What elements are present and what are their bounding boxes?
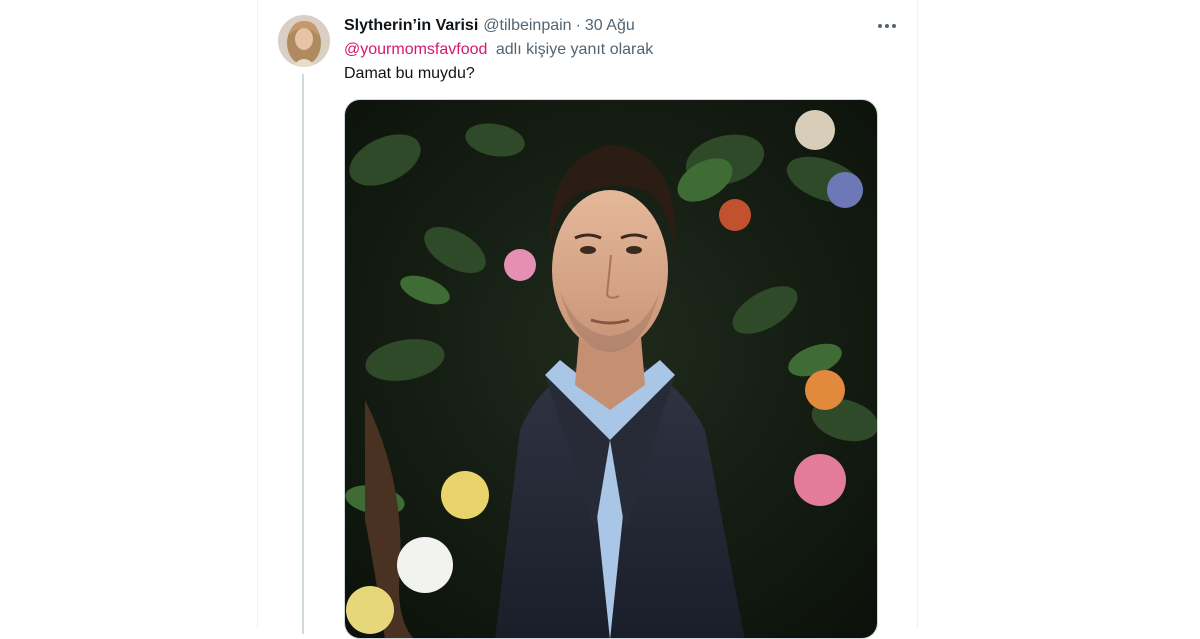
author-display-name[interactable]: Slytherin’in Varisi bbox=[344, 17, 478, 35]
thread-line bbox=[302, 74, 304, 634]
profile-photo-icon bbox=[278, 15, 330, 67]
portrait-photo-icon bbox=[345, 100, 877, 638]
more-icon bbox=[878, 24, 882, 28]
tweet-date[interactable]: 30 Ağu bbox=[585, 17, 635, 35]
tweet-header: Slytherin’in Varisi @tilbeinpain · 30 Ağ… bbox=[344, 15, 904, 37]
tweet-card[interactable]: Slytherin’in Varisi @tilbeinpain · 30 Ağ… bbox=[257, 0, 918, 639]
separator-dot: · bbox=[575, 17, 581, 34]
more-icon-dot bbox=[885, 24, 889, 28]
more-options-button[interactable] bbox=[873, 12, 901, 40]
reply-context: @yourmomsfavfood adlı kişiye yanıt olara… bbox=[344, 41, 653, 59]
reply-mention-link[interactable]: @yourmomsfavfood bbox=[344, 41, 487, 58]
author-handle[interactable]: @tilbeinpain bbox=[483, 17, 571, 35]
tweet-media[interactable] bbox=[344, 99, 878, 639]
reply-context-label: adlı kişiye yanıt olarak bbox=[495, 41, 654, 58]
avatar[interactable] bbox=[278, 15, 330, 67]
more-icon-dot bbox=[892, 24, 896, 28]
tweet-text: Damat bu muydu? bbox=[344, 65, 475, 82]
